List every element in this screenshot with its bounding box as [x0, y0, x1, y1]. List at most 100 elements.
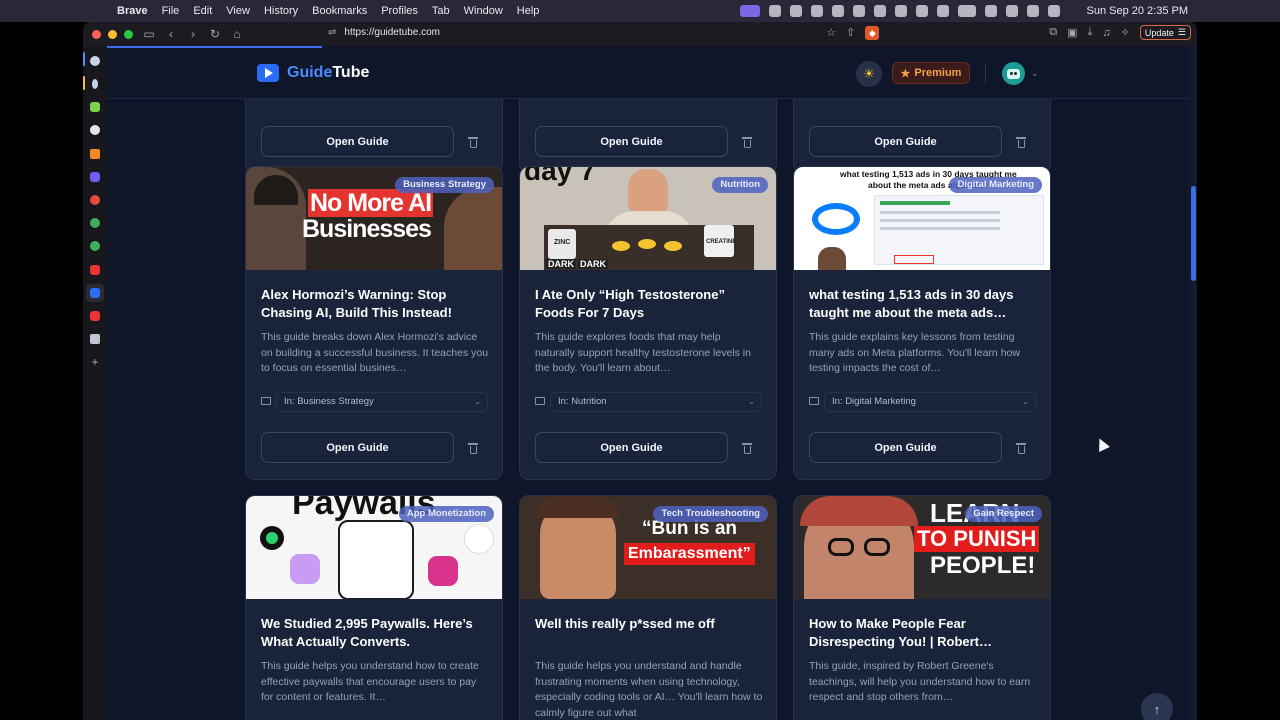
- status-icon[interactable]: [853, 5, 865, 17]
- close-window-button[interactable]: [92, 29, 101, 39]
- menu-history[interactable]: History: [264, 5, 298, 17]
- guide-title[interactable]: How to Make People Fear Disrespecting Yo…: [809, 615, 1037, 651]
- user-avatar[interactable]: [1002, 62, 1025, 85]
- url-text[interactable]: https://guidetube.com: [344, 27, 440, 38]
- tab-favicon[interactable]: [90, 241, 100, 251]
- menu-window[interactable]: Window: [464, 5, 503, 17]
- trash-icon[interactable]: [467, 136, 479, 148]
- play-icon[interactable]: [985, 5, 997, 17]
- share-icon[interactable]: ⇧: [846, 26, 855, 39]
- guide-title[interactable]: We Studied 2,995 Paywalls. Here’s What A…: [261, 615, 489, 651]
- menu-view[interactable]: View: [226, 5, 250, 17]
- status-icon[interactable]: [790, 5, 802, 17]
- status-icon[interactable]: [832, 5, 844, 17]
- guide-card[interactable]: No More AI Businesses Business Strategy …: [245, 166, 503, 480]
- leo-icon[interactable]: ✧: [1121, 26, 1130, 39]
- theme-toggle-button[interactable]: ☀: [856, 61, 882, 87]
- status-icon[interactable]: [811, 5, 823, 17]
- trash-icon[interactable]: [741, 442, 753, 454]
- status-icon[interactable]: [916, 5, 928, 17]
- wifi-icon[interactable]: [1006, 5, 1018, 17]
- guide-thumbnail[interactable]: No More AI Businesses Business Strategy: [246, 167, 502, 270]
- wallet-icon[interactable]: ▣: [1067, 26, 1077, 39]
- back-icon[interactable]: ‹: [165, 27, 177, 41]
- scroll-to-top-button[interactable]: ↑: [1141, 693, 1173, 720]
- trash-icon[interactable]: [467, 442, 479, 454]
- folder-select[interactable]: In: Business Strategy ⌄: [276, 392, 488, 412]
- menu-file[interactable]: File: [162, 5, 180, 17]
- tab-favicon[interactable]: [90, 125, 100, 135]
- open-guide-button[interactable]: Open Guide: [261, 432, 454, 463]
- bookmark-icon[interactable]: ☆: [826, 26, 836, 39]
- status-app-icon[interactable]: [740, 5, 760, 17]
- site-settings-icon[interactable]: ⇌: [328, 27, 336, 38]
- trash-icon[interactable]: [1015, 442, 1027, 454]
- menu-edit[interactable]: Edit: [193, 5, 212, 17]
- tab-favicon[interactable]: [90, 56, 100, 66]
- tab-favicon[interactable]: [92, 79, 98, 89]
- tab-favicon[interactable]: [90, 311, 100, 321]
- tab-favicon[interactable]: [90, 218, 100, 228]
- guide-thumbnail[interactable]: day 7 ZINC DARK DARK CREATINE Nutrition: [520, 167, 776, 270]
- clock-icon[interactable]: [937, 5, 949, 17]
- open-guide-button[interactable]: Open Guide: [809, 432, 1002, 463]
- tab-favicon[interactable]: [90, 102, 100, 112]
- guide-title[interactable]: Well this really p*ssed me off: [535, 615, 763, 633]
- tab-favicon[interactable]: [90, 149, 100, 159]
- menu-help[interactable]: Help: [517, 5, 540, 17]
- guide-title[interactable]: Alex Hormozi’s Warning: Stop Chasing AI,…: [261, 286, 489, 322]
- guide-title[interactable]: what testing 1,513 ads in 30 days taught…: [809, 286, 1037, 322]
- guide-card[interactable]: “Bun is an Embarassment” Tech Troublesho…: [519, 495, 777, 720]
- guide-card[interactable]: LEARN TO PUNISH PEOPLE! Gain Respect How…: [793, 495, 1051, 720]
- status-icon[interactable]: [895, 5, 907, 17]
- new-tab-icon[interactable]: +: [90, 356, 100, 368]
- guide-card[interactable]: day 7 ZINC DARK DARK CREATINE Nutrition …: [519, 166, 777, 480]
- brave-shields-icon[interactable]: ◆: [865, 25, 880, 40]
- siri-icon[interactable]: [1048, 5, 1060, 17]
- guide-title[interactable]: I Ate Only “High Testosterone” Foods For…: [535, 286, 763, 322]
- update-button[interactable]: Update ☰: [1139, 25, 1191, 40]
- guide-thumbnail[interactable]: “Bun is an Embarassment” Tech Troublesho…: [520, 496, 776, 599]
- chevron-down-icon[interactable]: ⌄: [1031, 68, 1039, 79]
- guide-thumbnail[interactable]: Paywalls App Monetization: [246, 496, 502, 599]
- scrollbar-thumb[interactable]: [1191, 186, 1196, 281]
- open-guide-button[interactable]: Open Guide: [535, 126, 728, 157]
- extensions-icon[interactable]: ⧉: [1049, 26, 1057, 39]
- address-bar[interactable]: ⇌ https://guidetube.com: [328, 27, 440, 38]
- page-scrollbar[interactable]: [1189, 46, 1197, 720]
- sidebar-toggle-icon[interactable]: ▭: [143, 27, 155, 41]
- guide-card[interactable]: what testing 1,513 ads in 30 days taught…: [793, 166, 1051, 480]
- tab-favicon[interactable]: [90, 334, 100, 344]
- zoom-window-button[interactable]: [124, 29, 133, 39]
- download-icon[interactable]: ⤓: [1088, 26, 1093, 39]
- folder-select[interactable]: In: Digital Marketing ⌄: [824, 392, 1036, 412]
- guide-card[interactable]: Paywalls App Monetization We Studied 2,9…: [245, 495, 503, 720]
- tab-favicon[interactable]: [90, 172, 100, 182]
- media-icon[interactable]: ♫: [1102, 27, 1110, 39]
- menu-tab[interactable]: Tab: [432, 5, 450, 17]
- control-center-icon[interactable]: [1027, 5, 1039, 17]
- guide-thumbnail[interactable]: LEARN TO PUNISH PEOPLE! Gain Respect: [794, 496, 1050, 599]
- site-logo[interactable]: GuideTube: [257, 64, 369, 82]
- trash-icon[interactable]: [741, 136, 753, 148]
- guide-thumbnail[interactable]: what testing 1,513 ads in 30 days taught…: [794, 167, 1050, 270]
- menu-bookmarks[interactable]: Bookmarks: [312, 5, 367, 17]
- battery-icon[interactable]: [958, 5, 976, 17]
- tab-favicon[interactable]: [90, 265, 100, 275]
- status-icon[interactable]: [769, 5, 781, 17]
- tab-favicon[interactable]: [90, 195, 100, 205]
- home-icon[interactable]: ⌂: [231, 27, 243, 41]
- premium-button[interactable]: ★ Premium: [892, 62, 970, 84]
- menu-profiles[interactable]: Profiles: [381, 5, 418, 17]
- menu-app-name[interactable]: Brave: [117, 5, 148, 17]
- status-icon[interactable]: [874, 5, 886, 17]
- open-guide-button[interactable]: Open Guide: [809, 126, 1002, 157]
- forward-icon[interactable]: ›: [187, 27, 199, 41]
- reload-icon[interactable]: ↻: [209, 27, 221, 41]
- minimize-window-button[interactable]: [108, 29, 117, 39]
- menubar-clock[interactable]: Sun Sep 20 2:35 PM: [1086, 5, 1188, 17]
- open-guide-button[interactable]: Open Guide: [535, 432, 728, 463]
- trash-icon[interactable]: [1015, 136, 1027, 148]
- tab-favicon-active[interactable]: [90, 288, 100, 298]
- open-guide-button[interactable]: Open Guide: [261, 126, 454, 157]
